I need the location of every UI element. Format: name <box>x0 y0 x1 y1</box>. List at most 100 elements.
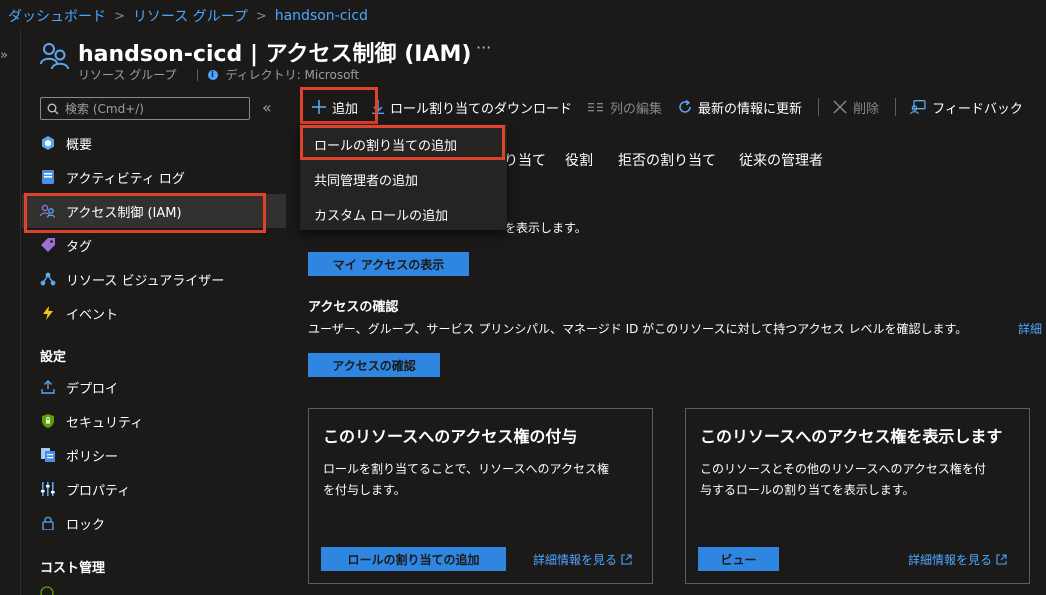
edit-columns-button[interactable]: 列の編集 <box>588 98 662 117</box>
sidebar-item-label: タグ <box>66 239 93 255</box>
highlight-add-role-assignment <box>300 125 505 160</box>
section-cost-management: コスト管理 <box>40 561 106 576</box>
tag-icon <box>40 237 56 253</box>
card-title: このリソースへのアクセス権を表示します <box>700 427 1003 446</box>
sidebar-item-events[interactable]: イベント <box>22 296 286 330</box>
deploy-icon <box>40 379 56 395</box>
card-description-line: を付与します。 <box>323 483 406 497</box>
resource-type-label: リソース グループ <box>78 68 177 82</box>
breadcrumb-current[interactable]: handson-cicd <box>275 8 368 24</box>
grant-access-card: このリソースへのアクセス権の付与 ロールを割り当てることで、リソースへのアクセス… <box>308 408 653 584</box>
delete-label: 削除 <box>853 101 880 117</box>
sidebar-item-label: 概要 <box>66 137 93 153</box>
info-icon: i <box>207 69 218 80</box>
view-button[interactable]: ビュー <box>698 547 779 571</box>
section-settings: 設定 <box>40 350 67 365</box>
learn-more-label: 詳細情報を見る <box>908 553 993 567</box>
columns-icon <box>588 102 604 112</box>
portal-menu-rail[interactable]: » <box>0 30 20 595</box>
search-icon <box>47 103 59 114</box>
feedback-icon <box>910 100 926 114</box>
sidebar-item-label: セキュリティ <box>66 415 144 431</box>
sidebar-item-label: デプロイ <box>66 381 119 397</box>
search-input[interactable]: 検索 (Cmd+/) <box>40 97 250 120</box>
shield-icon <box>40 413 56 429</box>
resource-group-users-icon <box>40 43 69 70</box>
sidebar-item-label: プロパティ <box>66 483 131 499</box>
card-title: このリソースへのアクセス権の付与 <box>323 427 578 446</box>
card-description: ロールを割り当てることで、リソースへのアクセス権 を付与します。 <box>323 459 609 501</box>
sidebar-item-label: ロック <box>66 517 106 533</box>
tab-deny-assignments[interactable]: 拒否の割り当て <box>618 150 716 170</box>
page-subtitle: リソース グループ i ディレクトリ: Microsoft <box>78 66 359 83</box>
toolbar-divider <box>818 98 820 116</box>
delete-button[interactable]: 削除 <box>833 98 879 117</box>
learn-more-label: 詳細情報を見る <box>533 553 618 567</box>
view-access-card: このリソースへのアクセス権を表示します このリソースとその他のリソースへのアクセ… <box>685 408 1030 584</box>
sidebar-item-lock[interactable]: ロック <box>22 506 286 540</box>
view-my-access-button[interactable]: マイ アクセスの表示 <box>308 252 469 276</box>
sidebar-item-tags[interactable]: タグ <box>22 228 286 262</box>
breadcrumb-dashboard[interactable]: ダッシュボード <box>8 6 106 26</box>
check-access-learn-more-link[interactable]: 詳細 <box>1018 320 1042 337</box>
sidebar-item-label: イベント <box>66 307 119 323</box>
tab-role-assignments[interactable]: り当て <box>504 150 546 170</box>
close-icon <box>833 100 847 114</box>
check-access-button[interactable]: アクセスの確認 <box>308 353 440 377</box>
sidebar-item-overview[interactable]: 概要 <box>22 126 286 160</box>
menu-item-add-custom-role[interactable]: カスタム ロールの追加 <box>314 205 448 224</box>
command-bar: 追加 ロール割り当てのダウンロード 列の編集 最新の情報に更新 削除 フィードバ… <box>300 90 1039 124</box>
edit-columns-label: 列の編集 <box>610 101 663 117</box>
card-description-line: ロールを割り当てることで、リソースへのアクセス権 <box>323 462 609 476</box>
sidebar-item-label: アクティビティ ログ <box>66 171 185 187</box>
refresh-icon <box>678 100 692 114</box>
overview-icon <box>40 135 56 151</box>
breadcrumb: ダッシュボード > リソース グループ > handson-cicd <box>8 6 368 26</box>
event-icon <box>40 305 56 321</box>
subtitle-divider <box>196 68 198 81</box>
expand-menu-icon[interactable]: » <box>0 48 8 63</box>
check-access-heading: アクセスの確認 <box>308 300 399 315</box>
download-label: ロール割り当てのダウンロード <box>390 101 573 117</box>
sidebar-item-deploy[interactable]: デプロイ <box>22 370 286 404</box>
visualizer-icon <box>40 271 56 287</box>
sidebar-item-policy[interactable]: ポリシー <box>22 438 286 472</box>
feedback-button[interactable]: フィードバック <box>910 98 1023 117</box>
sidebar-item-activity-log[interactable]: アクティビティ ログ <box>22 160 286 194</box>
tab-roles[interactable]: 役割 <box>565 150 593 170</box>
cost-item-icon <box>40 586 54 595</box>
breadcrumb-resource-groups[interactable]: リソース グループ <box>133 6 248 26</box>
activity-log-icon <box>40 169 56 185</box>
sidebar-item-properties[interactable]: プロパティ <box>22 472 286 506</box>
learn-more-link[interactable]: 詳細情報を見る <box>908 551 1007 568</box>
download-role-assignments-button[interactable]: ロール割り当てのダウンロード <box>372 98 572 117</box>
check-access-description: ユーザー、グループ、サービス プリンシパル、マネージド ID がこのリソースに対… <box>308 322 968 336</box>
policy-icon <box>40 447 56 463</box>
rail-divider <box>20 30 21 595</box>
page-title: handson-cicd | アクセス制御 (IAM) <box>78 42 472 67</box>
directory-label: ディレクトリ: Microsoft <box>225 68 360 82</box>
highlight-add-button <box>300 87 378 124</box>
feedback-label: フィードバック <box>932 101 1023 117</box>
external-link-icon <box>621 554 632 565</box>
my-access-description: を表示します。 <box>504 221 587 235</box>
learn-more-link[interactable]: 詳細情報を見る <box>533 551 632 568</box>
sidebar-item-security[interactable]: セキュリティ <box>22 404 286 438</box>
external-link-icon <box>996 554 1007 565</box>
card-description-line: このリソースとその他のリソースへのアクセス権を付 <box>700 462 986 476</box>
refresh-label: 最新の情報に更新 <box>698 101 803 117</box>
collapse-menu-icon[interactable]: « <box>262 98 272 117</box>
properties-icon <box>40 481 56 497</box>
highlight-iam <box>24 193 266 233</box>
more-options-icon[interactable]: ··· <box>476 38 491 57</box>
chevron-right-icon: > <box>114 8 125 24</box>
refresh-button[interactable]: 最新の情報に更新 <box>678 98 802 117</box>
card-description: このリソースとその他のリソースへのアクセス権を付 与するロールの割り当てを表示し… <box>700 459 986 501</box>
sidebar-item-visualizer[interactable]: リソース ビジュアライザー <box>22 262 286 296</box>
resource-menu: 検索 (Cmd+/) « 概要 アクティビティ ログ アクセス制御 (IAM) … <box>22 90 286 595</box>
menu-item-add-co-administrator[interactable]: 共同管理者の追加 <box>314 170 418 189</box>
sidebar-item-label: リソース ビジュアライザー <box>66 273 225 289</box>
lock-icon <box>40 515 56 531</box>
tab-classic-administrators[interactable]: 従来の管理者 <box>739 150 823 170</box>
add-role-assignment-button[interactable]: ロールの割り当ての追加 <box>321 547 506 571</box>
